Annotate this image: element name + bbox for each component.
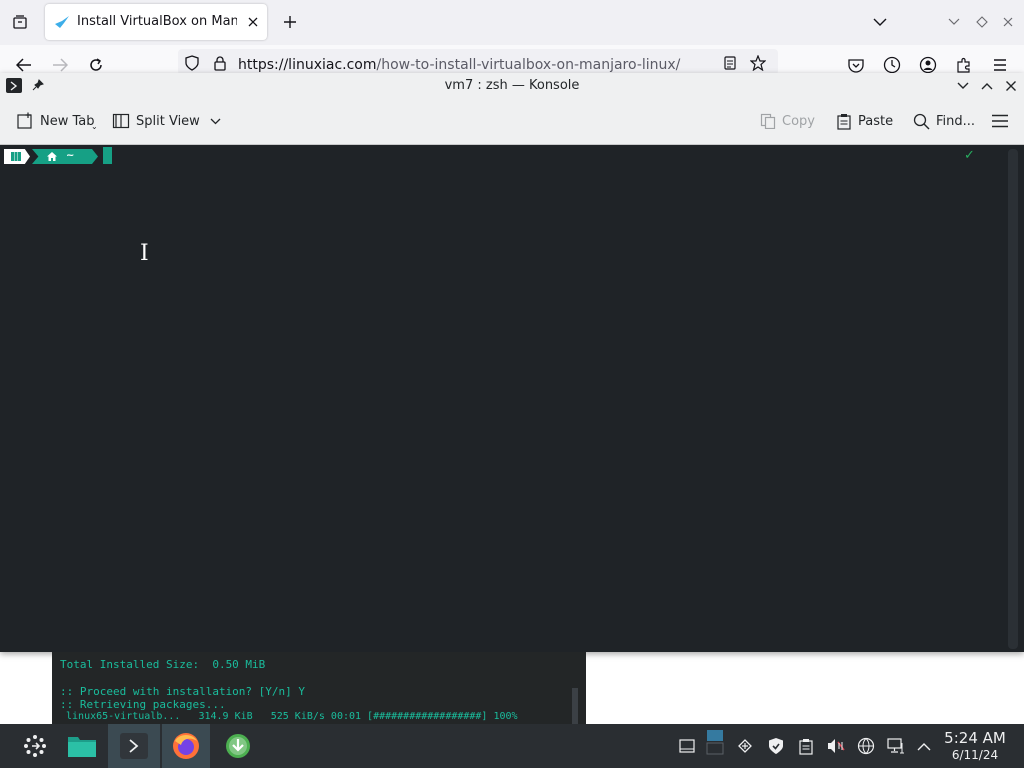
text-cursor xyxy=(103,147,112,164)
split-view-label: Split View xyxy=(136,113,200,129)
close-tab-icon[interactable] xyxy=(245,14,261,30)
url-bar[interactable]: https://linuxiac.com/how-to-install-virt… xyxy=(178,49,778,75)
terminal-icon xyxy=(120,733,148,759)
paste-label: Paste xyxy=(858,113,894,129)
back-arrow-icon[interactable] xyxy=(14,55,34,75)
background-terminal-window[interactable]: Total Installed Size: 0.50 MiB :: Procee… xyxy=(52,652,586,724)
wired-network-icon[interactable] xyxy=(886,736,906,756)
home-icon xyxy=(47,152,57,161)
maximize-browser-icon[interactable] xyxy=(972,12,992,32)
kde-connect-icon[interactable] xyxy=(735,736,755,756)
minimize-window-icon[interactable] xyxy=(954,77,972,95)
bg-terminal-line: :: Retrieving packages... xyxy=(60,698,226,711)
hamburger-menu-icon[interactable] xyxy=(990,111,1010,131)
copy-icon xyxy=(760,113,776,129)
forward-arrow-icon[interactable] xyxy=(50,55,70,75)
konsole-task-icon[interactable] xyxy=(108,724,160,768)
site-favicon-icon xyxy=(54,14,70,30)
prompt-path: ~ xyxy=(66,150,75,161)
konsole-titlebar[interactable]: vm7 : zsh — Konsole xyxy=(0,73,1024,98)
prompt-os-segment xyxy=(4,149,30,164)
copy-button[interactable]: Copy xyxy=(760,108,815,134)
list-all-tabs-icon[interactable] xyxy=(870,12,890,32)
bookmark-star-icon[interactable] xyxy=(750,55,766,71)
show-desktop-icon[interactable] xyxy=(677,736,697,756)
account-icon[interactable] xyxy=(918,55,938,75)
browser-nav-bar: https://linuxiac.com/how-to-install-virt… xyxy=(0,45,1024,75)
url-text: https://linuxiac.com/how-to-install-virt… xyxy=(238,57,680,73)
url-path: /how-to-install-virtualbox-on-manjaro-li… xyxy=(376,57,681,73)
clipboard-icon[interactable] xyxy=(796,736,816,756)
taskbar: 5:24 AM 6/11/24 xyxy=(0,724,1024,768)
mouse-ibeam-icon: I xyxy=(140,241,149,266)
bg-terminal-line: :: Proceed with installation? [Y/n] Y xyxy=(60,685,306,698)
prompt-arrow-segment xyxy=(88,149,98,164)
bg-terminal-line: linux65-virtualb... 314.9 KiB 525 KiB/s … xyxy=(60,711,518,722)
chevron-down-icon[interactable] xyxy=(210,118,221,125)
paste-button[interactable]: Paste xyxy=(836,108,893,134)
maximize-window-icon[interactable] xyxy=(978,77,996,95)
tracking-shield-icon[interactable] xyxy=(184,55,200,71)
new-tab-plus-icon[interactable] xyxy=(280,12,300,32)
new-tab-button[interactable]: New Tab ⌄ xyxy=(16,108,98,134)
close-window-icon[interactable] xyxy=(1002,77,1020,95)
reader-view-icon[interactable] xyxy=(722,55,738,71)
url-host: https://linuxiac.com xyxy=(238,57,377,73)
konsole-toolbar: New Tab ⌄ Split View Copy Paste Find... xyxy=(0,98,1024,145)
terminal-scrollbar[interactable] xyxy=(1008,149,1018,649)
volume-muted-icon[interactable] xyxy=(826,736,846,756)
split-view-icon xyxy=(112,113,130,129)
split-view-button[interactable]: Split View xyxy=(112,108,221,134)
reload-icon[interactable] xyxy=(86,55,106,75)
application-launcher-icon[interactable] xyxy=(18,724,52,768)
security-shield-icon[interactable] xyxy=(766,736,786,756)
sync-icon[interactable] xyxy=(882,55,902,75)
network-globe-icon[interactable] xyxy=(856,736,876,756)
bg-terminal-line: Total Installed Size: 0.50 MiB xyxy=(60,658,266,671)
clock-time[interactable]: 5:24 AM xyxy=(940,729,1010,747)
clock-date[interactable]: 6/11/24 xyxy=(940,748,1010,762)
close-browser-icon[interactable] xyxy=(998,12,1018,32)
search-icon xyxy=(913,113,930,130)
window-title: vm7 : zsh — Konsole xyxy=(444,78,580,93)
find-label: Find... xyxy=(936,113,976,129)
copy-label: Copy xyxy=(782,113,815,129)
software-updates-icon[interactable] xyxy=(220,724,256,768)
minimize-browser-icon[interactable] xyxy=(944,12,964,32)
new-tab-icon xyxy=(16,112,34,130)
lock-icon[interactable] xyxy=(212,55,228,71)
konsole-window: vm7 : zsh — Konsole New Tab ⌄ Split View xyxy=(0,73,1024,652)
browser-tab-bar: Install VirtualBox on Manj xyxy=(0,0,1024,45)
tab-overview-icon[interactable] xyxy=(10,12,30,32)
bg-terminal-scrollbar[interactable] xyxy=(572,688,578,724)
tab-title: Install VirtualBox on Manj xyxy=(77,14,237,29)
extensions-puzzle-icon[interactable] xyxy=(954,55,974,75)
firefox-task-icon[interactable] xyxy=(162,724,210,768)
paste-clipboard-icon xyxy=(836,113,852,130)
new-tab-dropdown-icon[interactable]: ⌄ xyxy=(91,122,98,131)
browser-tab-active[interactable]: Install VirtualBox on Manj xyxy=(45,4,267,40)
terminal-area[interactable]: ~ ✓ I xyxy=(0,145,1007,652)
app-menu-icon[interactable] xyxy=(990,55,1010,75)
pocket-icon[interactable] xyxy=(846,55,866,75)
find-button[interactable]: Find... xyxy=(913,108,975,134)
manjaro-logo-icon xyxy=(11,152,21,161)
virtual-desktop-pager-icon[interactable] xyxy=(705,730,725,755)
prompt-status-check: ✓ xyxy=(964,148,975,163)
show-hidden-icons-chevron-icon[interactable] xyxy=(914,736,934,756)
new-tab-label: New Tab xyxy=(40,113,95,129)
file-manager-icon[interactable] xyxy=(62,724,102,768)
prompt-path-segment: ~ xyxy=(32,149,96,164)
